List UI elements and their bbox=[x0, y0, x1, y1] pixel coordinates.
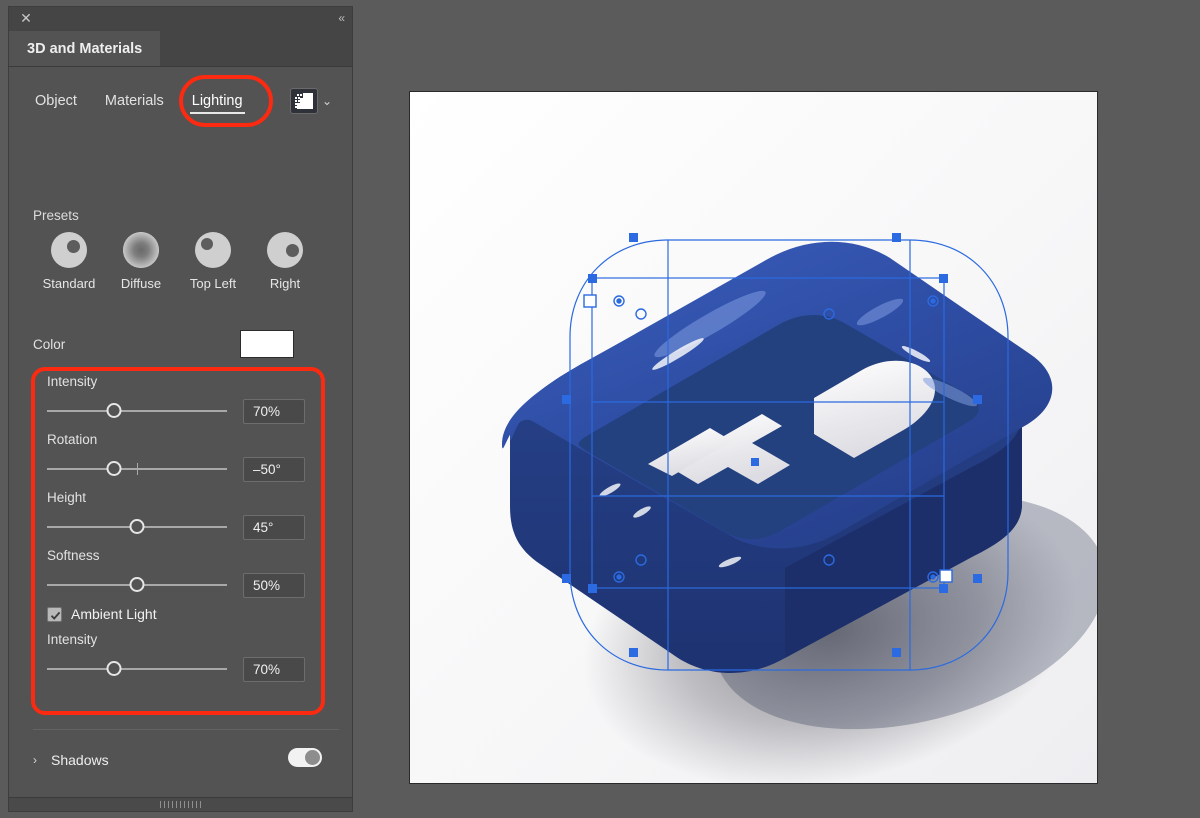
subtab-materials[interactable]: Materials bbox=[103, 89, 166, 113]
preset-standard-icon bbox=[51, 232, 87, 268]
app-root: ✕ « 3D and Materials Object Materials Li… bbox=[0, 0, 1200, 818]
preset-right[interactable]: Right bbox=[249, 232, 321, 291]
height-slider[interactable] bbox=[47, 514, 227, 540]
color-label: Color bbox=[33, 336, 66, 352]
check-icon bbox=[50, 611, 61, 620]
preset-standard[interactable]: Standard bbox=[33, 232, 105, 291]
three-d-object-render bbox=[410, 92, 1097, 783]
preset-diffuse-icon bbox=[123, 232, 159, 268]
intensity-slider[interactable] bbox=[47, 398, 227, 424]
field-height: Height 45° bbox=[33, 490, 323, 540]
color-row: Color bbox=[33, 330, 323, 358]
intensity-label: Intensity bbox=[47, 374, 98, 389]
preset-top-left[interactable]: Top Left bbox=[177, 232, 249, 291]
rotation-slider-center-tick bbox=[137, 463, 138, 475]
softness-slider-knob[interactable] bbox=[129, 577, 145, 592]
preset-diffuse-label: Diffuse bbox=[120, 276, 162, 291]
subtab-lighting[interactable]: Lighting bbox=[189, 89, 245, 114]
preset-diffuse[interactable]: Diffuse bbox=[105, 232, 177, 291]
field-softness: Softness 50% bbox=[33, 548, 323, 598]
intensity-value-input[interactable]: 70% bbox=[243, 398, 305, 424]
ambient-intensity-slider-track bbox=[47, 668, 227, 670]
rotation-value-input[interactable]: –50° bbox=[243, 456, 305, 482]
field-rotation: Rotation –50° bbox=[33, 432, 323, 482]
panel-titlebar: ✕ « bbox=[9, 7, 352, 31]
preset-top-left-icon bbox=[195, 232, 231, 268]
ambient-intensity-value-input[interactable]: 70% bbox=[243, 656, 305, 682]
preset-right-icon bbox=[267, 232, 303, 268]
preset-top-left-label: Top Left bbox=[189, 276, 237, 291]
chevron-right-icon[interactable]: › bbox=[33, 753, 51, 767]
softness-value-input[interactable]: 50% bbox=[243, 572, 305, 598]
field-ambient-intensity: Intensity 70% bbox=[33, 632, 323, 682]
collapse-panel-icon[interactable]: « bbox=[338, 10, 345, 26]
shadows-toggle[interactable] bbox=[288, 748, 322, 767]
section-divider bbox=[33, 729, 339, 730]
shadows-label: Shadows bbox=[51, 752, 109, 768]
preset-right-label: Right bbox=[269, 276, 301, 291]
canvas-artboard bbox=[410, 92, 1097, 783]
close-icon[interactable]: ✕ bbox=[18, 10, 34, 26]
panel-bottom-bar bbox=[9, 797, 352, 811]
softness-slider[interactable] bbox=[47, 572, 227, 598]
height-value-input[interactable]: 45° bbox=[243, 514, 305, 540]
lighting-subtab-row: Object Materials Lighting ⌄ bbox=[9, 79, 352, 123]
rotation-slider[interactable] bbox=[47, 456, 227, 482]
resize-grip[interactable] bbox=[159, 801, 202, 808]
subtab-object[interactable]: Object bbox=[33, 89, 79, 113]
tab-label: 3D and Materials bbox=[27, 40, 143, 57]
light-color-swatch[interactable] bbox=[240, 330, 294, 358]
height-slider-knob[interactable] bbox=[129, 519, 145, 534]
chevron-down-icon[interactable]: ⌄ bbox=[322, 94, 332, 108]
document-canvas[interactable] bbox=[409, 91, 1098, 784]
intensity-slider-track bbox=[47, 410, 227, 412]
height-label: Height bbox=[47, 490, 87, 505]
ambient-intensity-slider[interactable] bbox=[47, 656, 227, 682]
ambient-light-label: Ambient Light bbox=[71, 606, 157, 622]
panel-body: Object Materials Lighting ⌄ Presets Stan… bbox=[9, 67, 352, 811]
ambient-light-checkbox[interactable] bbox=[47, 606, 62, 622]
presets-row: Standard Diffuse Top Left Right bbox=[33, 232, 323, 291]
ambient-light-checkbox-row[interactable]: Ambient Light bbox=[47, 606, 323, 622]
tab-3d-and-materials[interactable]: 3D and Materials bbox=[9, 31, 161, 66]
rotation-label: Rotation bbox=[47, 432, 98, 447]
light-controls: Intensity 70% Rotation –50° Height 45° S… bbox=[33, 374, 323, 690]
panel-tabstrip: 3D and Materials bbox=[9, 31, 352, 67]
rotation-slider-knob[interactable] bbox=[106, 461, 122, 476]
shadows-section-row[interactable]: › Shadows bbox=[33, 747, 339, 773]
ambient-intensity-label: Intensity bbox=[47, 632, 98, 647]
softness-label: Softness bbox=[47, 548, 100, 563]
shadows-toggle-knob bbox=[305, 750, 320, 765]
gradient-swatch-icon[interactable] bbox=[289, 88, 318, 114]
field-intensity: Intensity 70% bbox=[33, 374, 323, 424]
ambient-intensity-slider-knob[interactable] bbox=[106, 661, 122, 676]
intensity-slider-knob[interactable] bbox=[106, 403, 122, 418]
three-d-materials-panel: ✕ « 3D and Materials Object Materials Li… bbox=[8, 6, 353, 812]
presets-label: Presets bbox=[33, 208, 79, 223]
preset-standard-label: Standard bbox=[42, 276, 96, 291]
